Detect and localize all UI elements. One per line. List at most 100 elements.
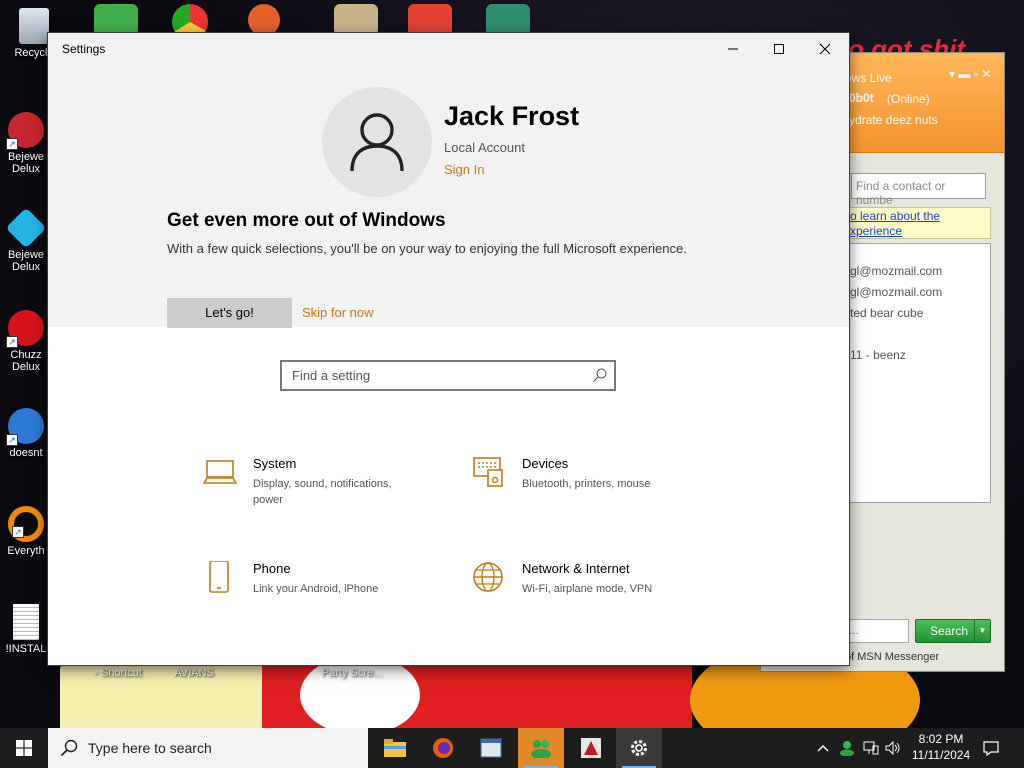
notification-center-button[interactable] xyxy=(982,738,1000,758)
msn-tray-icon[interactable] xyxy=(838,738,856,758)
list-item[interactable]: gl@mozmail.com xyxy=(850,264,942,278)
app-shortcut-icon[interactable] xyxy=(408,4,452,36)
firefox-icon xyxy=(433,738,453,758)
category-network[interactable]: Network & Internet Wi-Fi, airplane mode,… xyxy=(472,561,702,621)
network-icon xyxy=(863,741,879,755)
msn-banner-line[interactable]: xperience xyxy=(850,224,986,239)
msn-buddy-icon xyxy=(840,741,854,756)
desktop-icon-label: doesnt xyxy=(9,447,43,459)
gear-icon xyxy=(631,740,647,756)
desktop-icon-label[interactable]: Party Scre... xyxy=(312,667,392,679)
lets-go-button[interactable]: Let's go! xyxy=(167,298,292,328)
list-item[interactable]: ted bear cube xyxy=(850,306,923,320)
msn-contact-list[interactable]: gl@mozmail.com gl@mozmail.com ted bear c… xyxy=(845,243,991,503)
category-devices[interactable]: Devices Bluetooth, printers, mouse xyxy=(472,456,702,516)
bejeweled-icon[interactable]: Bejewe Delux xyxy=(2,207,50,273)
app-shortcut-icon[interactable] xyxy=(248,4,280,36)
msn-status[interactable]: (Online) xyxy=(887,92,930,106)
msn-info-banner[interactable]: o learn about the xperience xyxy=(845,207,991,239)
install-icon[interactable]: !INSTAL xyxy=(2,604,50,655)
show-hidden-icons-button[interactable] xyxy=(814,738,832,758)
msn-footer-text: of MSN Messenger xyxy=(845,651,940,663)
minimize-button[interactable] xyxy=(710,33,756,65)
title-bar[interactable]: Settings xyxy=(48,33,849,65)
globe-icon xyxy=(473,562,503,592)
settings-window[interactable]: Settings Jack Frost Local Account Sign I… xyxy=(48,33,849,665)
desktop-icon-label: !INSTAL xyxy=(5,643,47,655)
find-setting-input[interactable]: Find a setting xyxy=(280,360,616,391)
category-system[interactable]: System Display, sound, notifications, po… xyxy=(203,456,433,516)
account-hero: Jack Frost Local Account Sign In Get eve… xyxy=(48,65,849,328)
msn-window-title: ows Live xyxy=(845,71,892,85)
msn-search-button[interactable]: Search ▼ xyxy=(915,619,991,643)
chuzzle-icon[interactable]: ↗ Chuzz Delux xyxy=(2,310,50,373)
category-description: Wi-Fi, airplane mode, VPN xyxy=(522,583,653,595)
search-icon xyxy=(60,739,78,757)
promo-text: With a few quick selections, you'll be o… xyxy=(167,241,687,256)
chevron-down-icon[interactable]: ▼ xyxy=(974,620,990,642)
msn-personal-message[interactable]: ydrate deez nuts xyxy=(849,113,938,127)
desktop-icon-label[interactable]: AVIANS xyxy=(162,667,226,679)
msn-contact-search-input[interactable]: Find a contact or numbe xyxy=(851,173,986,207)
folder-icon xyxy=(384,739,406,757)
account-type: Local Account xyxy=(444,140,525,155)
app-shortcut-icon[interactable] xyxy=(334,4,378,36)
app-shortcut-icon[interactable] xyxy=(486,4,530,36)
category-name: Phone xyxy=(253,561,291,576)
app-icon: ↗ xyxy=(6,408,44,446)
find-setting-placeholder: Find a setting xyxy=(292,368,371,383)
list-item[interactable]: 11 - beenz xyxy=(850,348,906,362)
network-icon[interactable] xyxy=(862,738,880,758)
category-phone[interactable]: Phone Link your Android, iPhone xyxy=(203,561,433,621)
desktop-icon-label: Chuzz Delux xyxy=(10,349,42,373)
windows-logo-icon xyxy=(16,740,32,756)
category-description: Bluetooth, printers, mouse xyxy=(522,478,651,490)
volume-icon[interactable] xyxy=(884,738,902,758)
msn-banner-line[interactable]: o learn about the xyxy=(850,209,986,224)
msn-minimize-button[interactable]: ▾ ▬ ▫ ✕ xyxy=(949,67,991,81)
minimize-icon xyxy=(728,48,738,50)
category-name: Network & Internet xyxy=(522,561,630,576)
app-icon xyxy=(581,738,601,758)
taskbar: Type here to search 8:02 PM 11/11/2024 xyxy=(0,728,1024,768)
app-shortcut-icon[interactable] xyxy=(94,4,138,36)
msn-buddy-icon xyxy=(531,740,551,758)
app-taskbar-button[interactable] xyxy=(568,728,614,768)
document-icon xyxy=(13,604,39,640)
avatar[interactable] xyxy=(322,87,432,197)
devices-icon xyxy=(473,457,503,487)
notification-icon xyxy=(983,741,999,756)
magnifier-icon: ↗ xyxy=(8,506,44,542)
search-icon[interactable] xyxy=(592,367,608,383)
user-icon xyxy=(350,113,404,172)
msn-search-input[interactable]: ... xyxy=(845,619,909,643)
clock-time: 8:02 PM xyxy=(918,732,964,746)
taskbar-search-box[interactable]: Type here to search xyxy=(48,728,368,768)
close-button[interactable] xyxy=(802,33,848,65)
desktop-icon-label: Bejewe Delux xyxy=(7,151,45,175)
sign-in-link[interactable]: Sign In xyxy=(444,162,484,177)
settings-taskbar-button[interactable] xyxy=(616,728,662,768)
shortcut-icon[interactable]: ↗ doesnt xyxy=(2,408,50,459)
maximize-button[interactable] xyxy=(756,33,802,65)
clock-date: 11/11/2024 xyxy=(911,748,971,762)
category-name: System xyxy=(253,456,297,471)
msn-messenger-taskbar-button[interactable] xyxy=(518,728,564,768)
app-taskbar-button[interactable] xyxy=(468,728,514,768)
taskbar-clock[interactable]: 8:02 PM 11/11/2024 xyxy=(906,731,976,763)
taskbar-search-placeholder: Type here to search xyxy=(88,740,212,756)
msn-username: 0b0t xyxy=(849,91,874,105)
everything-icon[interactable]: ↗ Everyth xyxy=(2,506,50,557)
gem-icon xyxy=(5,207,47,249)
file-explorer-taskbar-button[interactable] xyxy=(372,728,418,768)
start-button[interactable] xyxy=(0,728,48,768)
window-title: Settings xyxy=(62,42,106,56)
close-icon xyxy=(819,43,831,55)
chevron-up-icon xyxy=(817,745,829,752)
skip-for-now-link[interactable]: Skip for now xyxy=(302,305,374,320)
desktop-icon-label[interactable]: - Shortcut xyxy=(86,667,150,679)
firefox-taskbar-button[interactable] xyxy=(420,728,466,768)
laptop-icon xyxy=(203,460,237,484)
list-item[interactable]: gl@mozmail.com xyxy=(850,285,942,299)
bejeweled-icon[interactable]: ↗ Bejewe Delux xyxy=(2,112,50,175)
